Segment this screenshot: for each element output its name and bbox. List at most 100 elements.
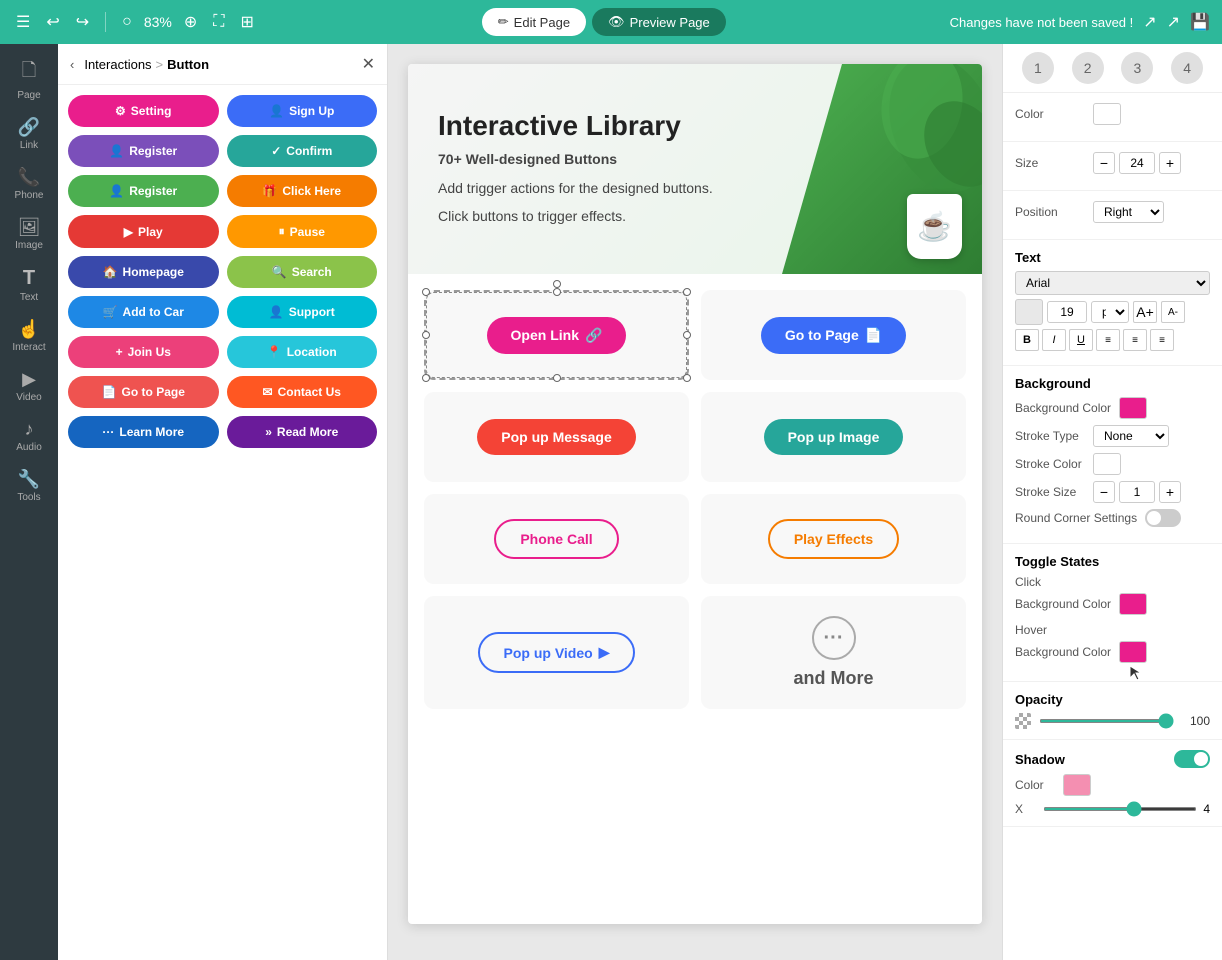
position-label: Position (1015, 205, 1085, 219)
shadow-color-picker[interactable] (1063, 774, 1091, 796)
preview-page-button[interactable]: 👁 Preview Page (592, 8, 726, 36)
button-panel: ‹ Interactions > Button ✕ ⚙Setting 👤Sign… (58, 44, 388, 960)
font-select[interactable]: Arial Georgia Helvetica (1015, 271, 1210, 295)
save-button[interactable]: 💾 (1190, 12, 1210, 32)
shadow-x-slider[interactable] (1043, 807, 1197, 811)
shadow-toggle[interactable] (1174, 750, 1210, 768)
popup-message-canvas-button[interactable]: Pop up Message (477, 419, 635, 455)
panel-buttons-grid: ⚙Setting 👤Sign Up 👤Register ✓Confirm 👤Re… (58, 85, 387, 960)
add-to-car-button[interactable]: 🛒Add to Car (68, 296, 219, 328)
sidebar-item-image[interactable]: 🖼 Image (0, 211, 58, 257)
stroke-color-picker[interactable] (1093, 453, 1121, 475)
align-right-button[interactable]: ≡ (1150, 329, 1174, 351)
support-button[interactable]: 👤Support (227, 296, 378, 328)
homepage-button[interactable]: 🏠Homepage (68, 256, 219, 288)
font-size-unit-select[interactable]: px (1091, 301, 1129, 323)
popup-image-card[interactable]: Pop up Image (701, 392, 966, 482)
sidebar-item-interact[interactable]: ☝ Interact (0, 313, 58, 359)
popup-image-canvas-button[interactable]: Pop up Image (764, 419, 904, 455)
sidebar-item-phone[interactable]: 📞 Phone (0, 161, 58, 207)
sidebar-item-page[interactable]: 🗋 Page (0, 52, 58, 107)
stroke-increase-button[interactable]: + (1159, 481, 1181, 503)
sidebar-item-tools[interactable]: 🔧 Tools (0, 463, 58, 509)
breadcrumb-interactions[interactable]: Interactions (84, 57, 151, 72)
rp-circle-3[interactable]: 3 (1121, 52, 1153, 84)
click-bg-color-picker[interactable] (1119, 593, 1147, 615)
bg-color-picker[interactable] (1119, 397, 1147, 419)
learn-more-button[interactable]: ···Learn More (68, 416, 219, 448)
stroke-color-row: Stroke Color (1015, 453, 1210, 475)
zoom-reset-button[interactable]: ○ (118, 11, 136, 33)
rp-circle-4[interactable]: 4 (1171, 52, 1203, 84)
register-button[interactable]: 👤Register (68, 135, 219, 167)
sidebar-item-link[interactable]: 🔗 Link (0, 111, 58, 157)
read-more-button[interactable]: »Read More (227, 416, 378, 448)
stroke-decrease-button[interactable]: − (1093, 481, 1115, 503)
phone-call-card[interactable]: Phone Call (424, 494, 689, 584)
register2-button[interactable]: 👤Register (68, 175, 219, 207)
canvas[interactable]: Interactive Library 70+ Well-designed Bu… (408, 64, 982, 924)
rp-circle-2[interactable]: 2 (1072, 52, 1104, 84)
size-input[interactable] (1119, 152, 1155, 174)
popup-video-card[interactable]: Pop up Video ▶ (424, 596, 689, 709)
align-left-button[interactable]: ≡ (1096, 329, 1120, 351)
rp-circle-1[interactable]: 1 (1022, 52, 1054, 84)
support-icon: 👤 (269, 305, 284, 319)
pause-button[interactable]: ⏸Pause (227, 215, 378, 248)
menu-button[interactable]: ☰ (12, 10, 34, 34)
open-link-card[interactable]: Open Link 🔗 (424, 290, 689, 380)
stroke-type-select[interactable]: None Solid Dashed (1093, 425, 1169, 447)
phone-call-canvas-button[interactable]: Phone Call (494, 519, 618, 559)
opacity-slider[interactable] (1039, 719, 1174, 723)
redo-button[interactable]: ↪ (72, 10, 93, 34)
panel-back-button[interactable]: ‹ (70, 57, 74, 72)
popup-message-card[interactable]: Pop up Message (424, 392, 689, 482)
size-increase-button[interactable]: + (1159, 152, 1181, 174)
text-color-swatch[interactable] (1015, 299, 1043, 325)
play-button[interactable]: ▶Play (68, 215, 219, 248)
join-us-button[interactable]: +Join Us (68, 336, 219, 368)
setting-button[interactable]: ⚙Setting (68, 95, 219, 127)
size-decrease-button[interactable]: − (1093, 152, 1115, 174)
link-icon: 🔗 (18, 117, 40, 138)
goto-page-canvas-button[interactable]: Go to Page 📄 (761, 317, 906, 354)
register2-icon: 👤 (109, 184, 124, 198)
stroke-size-input[interactable] (1119, 481, 1155, 503)
contact-us-button[interactable]: ✉Contact Us (227, 376, 378, 408)
panel-close-button[interactable]: ✕ (362, 54, 375, 74)
font-increase-button[interactable]: A+ (1133, 301, 1157, 323)
bold-button[interactable]: B (1015, 329, 1039, 351)
underline-button[interactable]: U (1069, 329, 1093, 351)
search-button[interactable]: 🔍Search (227, 256, 378, 288)
color-picker[interactable] (1093, 103, 1121, 125)
share-button[interactable]: ↗ (1167, 12, 1180, 32)
undo-button[interactable]: ↩ (42, 10, 63, 34)
sidebar-item-audio[interactable]: ♪ Audio (0, 413, 58, 459)
grid-button[interactable]: ⊞ (236, 10, 257, 34)
play-effects-canvas-button[interactable]: Play Effects (768, 519, 899, 559)
edit-page-button[interactable]: ✏ Edit Page (482, 8, 586, 36)
sidebar-item-video[interactable]: ▶ Video (0, 363, 58, 409)
export-button[interactable]: ↗ (1143, 12, 1156, 32)
hover-bg-color-picker[interactable] (1119, 641, 1147, 663)
align-center-button[interactable]: ≡ (1123, 329, 1147, 351)
position-select[interactable]: Right Left Center (1093, 201, 1164, 223)
sidebar-item-text[interactable]: T Text (0, 261, 58, 309)
click-here-button[interactable]: 🎁Click Here (227, 175, 378, 207)
goto-page-panel-button[interactable]: 📄Go to Page (68, 376, 219, 408)
location-button[interactable]: 📍Location (227, 336, 378, 368)
play-effects-card[interactable]: Play Effects (701, 494, 966, 584)
italic-button[interactable]: I (1042, 329, 1066, 351)
round-corner-toggle[interactable] (1145, 509, 1181, 527)
bg-color-label: Background Color (1015, 401, 1111, 415)
sign-up-button[interactable]: 👤Sign Up (227, 95, 378, 127)
popup-video-canvas-button[interactable]: Pop up Video ▶ (478, 632, 636, 673)
font-size-input[interactable] (1047, 301, 1087, 323)
open-link-canvas-button[interactable]: Open Link 🔗 (487, 317, 627, 354)
zoom-in-button[interactable]: ⊕ (180, 10, 201, 34)
font-decrease-button[interactable]: A- (1161, 301, 1185, 323)
fullscreen-button[interactable]: ⛶ (209, 11, 228, 33)
confirm-button[interactable]: ✓Confirm (227, 135, 378, 167)
breadcrumb-separator: > (156, 57, 164, 72)
goto-page-card[interactable]: Go to Page 📄 (701, 290, 966, 380)
